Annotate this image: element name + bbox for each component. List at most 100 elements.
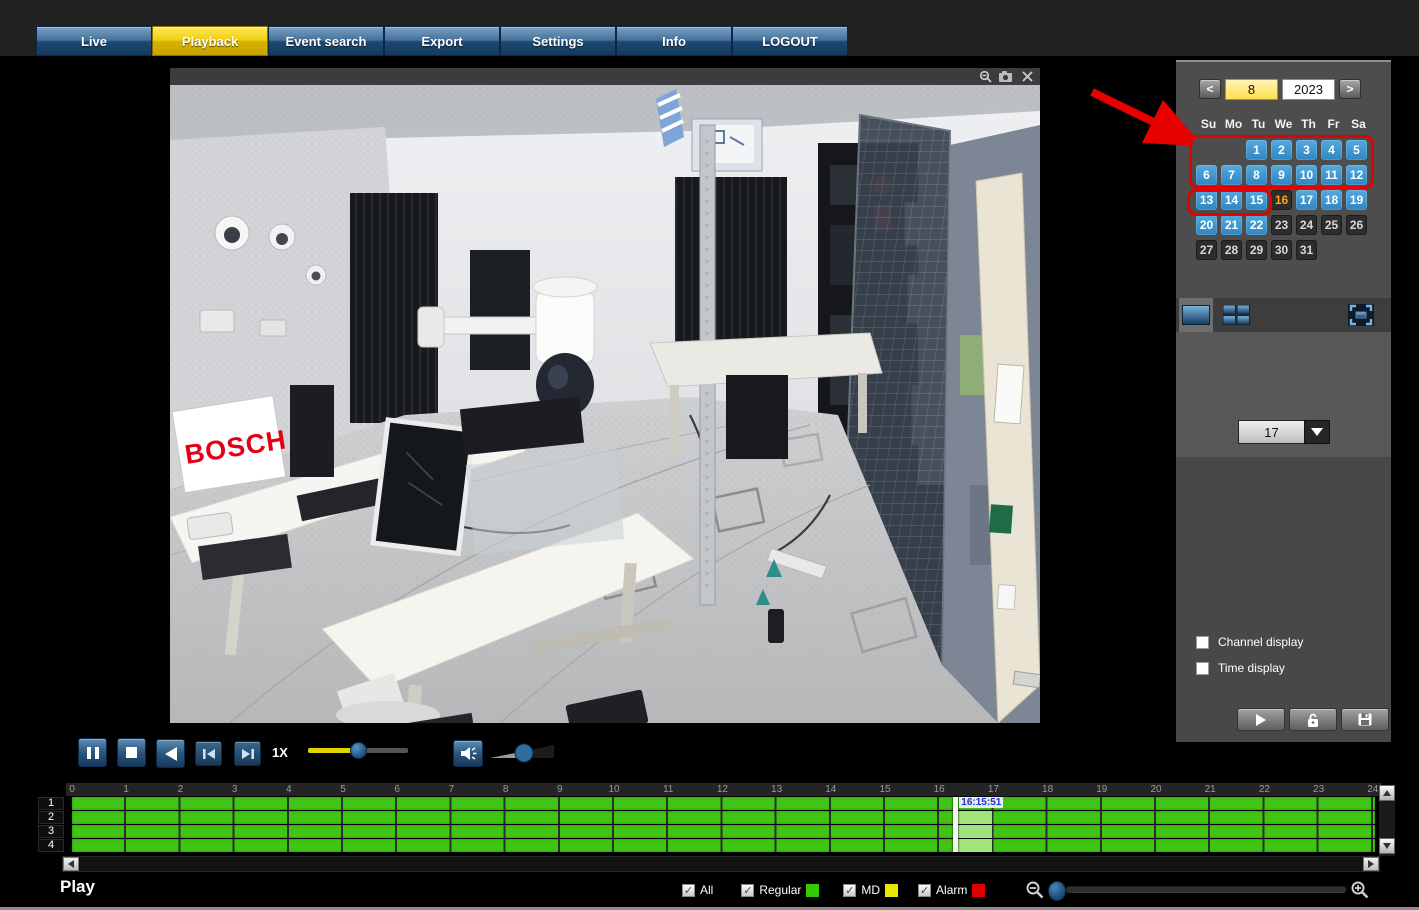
save-button[interactable] [1341,708,1389,731]
checkbox-time-display[interactable] [1196,662,1209,675]
checkbox-all[interactable]: ✓ [682,884,695,897]
calendar-day-22[interactable]: 22 [1246,215,1267,235]
timeline-playhead[interactable] [953,797,958,852]
channel-select-value[interactable]: 17 [1238,420,1304,444]
timeline-vertical-scrollbar[interactable] [1379,785,1395,856]
calendar-day-26[interactable]: 26 [1346,215,1367,235]
channel-select-panel: 17 [1176,332,1391,457]
close-icon[interactable] [1020,70,1034,83]
reverse-play-button[interactable] [156,739,185,768]
filter-all[interactable]: ✓All [682,883,713,897]
calendar-day-2[interactable]: 2 [1271,140,1292,160]
speed-slider-knob[interactable] [350,742,367,759]
calendar-day-28[interactable]: 28 [1221,240,1242,260]
calendar-day-1[interactable]: 1 [1246,140,1267,160]
checkbox-alarm[interactable]: ✓ [918,884,931,897]
stop-button[interactable] [117,738,146,767]
calendar-day-8[interactable]: 8 [1246,165,1267,185]
record-track-channel-3[interactable] [72,825,1375,838]
post-playhead-light-segment [958,825,993,838]
timeline-horizontal-scrollbar[interactable] [62,856,1380,872]
calendar-prev-button[interactable]: < [1199,79,1221,99]
sidebar-play-button[interactable] [1237,708,1285,731]
calendar-day-14[interactable]: 14 [1221,190,1242,210]
calendar-day-16[interactable]: 16 [1271,190,1292,210]
calendar-day-25[interactable]: 25 [1321,215,1342,235]
timeline-zoom-knob[interactable] [1048,881,1066,901]
filter-alarm[interactable]: ✓Alarm [918,883,985,897]
channel-select-dropdown-button[interactable] [1304,420,1330,444]
hour-label-16: 16 [934,784,945,795]
record-track-channel-4[interactable] [72,839,1375,852]
checkbox-md[interactable]: ✓ [843,884,856,897]
calendar-day-18[interactable]: 18 [1321,190,1342,210]
calendar-day-11[interactable]: 11 [1321,165,1342,185]
lock-button[interactable] [1289,708,1337,731]
scroll-left-button[interactable] [63,857,79,871]
hour-label-22: 22 [1259,784,1270,795]
digital-zoom-icon[interactable] [978,70,992,83]
calendar-next-button[interactable]: > [1339,79,1361,99]
calendar-day-23[interactable]: 23 [1271,215,1292,235]
calendar-day-5[interactable]: 5 [1346,140,1367,160]
checkbox-channel-display[interactable] [1196,636,1209,649]
calendar-day-21[interactable]: 21 [1221,215,1242,235]
calendar-day-13[interactable]: 13 [1196,190,1217,210]
timeline-zoom-slider[interactable] [1066,886,1346,892]
record-track-channel-1[interactable] [72,797,1375,810]
calendar-year-field[interactable]: 2023 [1282,79,1335,100]
scroll-right-button[interactable] [1363,857,1379,871]
record-track-channel-2[interactable] [72,811,1375,824]
calendar-day-29[interactable]: 29 [1246,240,1267,260]
calendar-day-3[interactable]: 3 [1296,140,1317,160]
speed-slider-track[interactable] [361,748,408,753]
calendar-day-27[interactable]: 27 [1196,240,1217,260]
tab-event-search[interactable]: Event search [268,26,384,56]
calendar-day-10[interactable]: 10 [1296,165,1317,185]
hour-label-23: 23 [1313,784,1324,795]
fullscreen-icon[interactable] [1348,304,1374,326]
calendar-day-12[interactable]: 12 [1346,165,1367,185]
calendar-day-19[interactable]: 19 [1346,190,1367,210]
calendar-day-20[interactable]: 20 [1196,215,1217,235]
zoom-in-icon[interactable] [1350,880,1369,899]
tab-export[interactable]: Export [384,26,500,56]
scroll-up-button[interactable] [1379,785,1395,801]
previous-frame-button[interactable] [195,741,222,766]
calendar-day-30[interactable]: 30 [1271,240,1292,260]
calendar-day-4[interactable]: 4 [1321,140,1342,160]
filter-md[interactable]: ✓MD [843,883,898,897]
zoom-out-icon[interactable] [1025,880,1044,899]
calendar-day-7[interactable]: 7 [1221,165,1242,185]
volume-knob[interactable] [515,744,533,762]
volume-slider[interactable] [490,742,560,764]
day-header-we: We [1271,117,1296,131]
tab-live[interactable]: Live [36,26,152,56]
view-layout-strip [1176,298,1391,332]
tab-settings[interactable]: Settings [500,26,616,56]
tab-logout[interactable]: LOGOUT [732,26,848,56]
calendar-day-9[interactable]: 9 [1271,165,1292,185]
calendar-day-6[interactable]: 6 [1196,165,1217,185]
tab-info[interactable]: Info [616,26,732,56]
snapshot-icon[interactable] [999,70,1013,83]
next-frame-button[interactable] [234,741,261,766]
filter-regular[interactable]: ✓Regular [741,883,819,897]
volume-mute-button[interactable] [453,740,483,767]
quad-view-icon[interactable] [1223,305,1250,325]
checkbox-regular[interactable]: ✓ [741,884,754,897]
calendar-month-field[interactable]: 8 [1225,79,1278,100]
option-channel-display[interactable]: Channel display [1196,635,1303,649]
day-header-su: Su [1196,117,1221,131]
record-type-filters: ✓All ✓Regular ✓MD ✓Alarm [682,883,985,897]
calendar-day-31[interactable]: 31 [1296,240,1317,260]
calendar-day-15[interactable]: 15 [1246,190,1267,210]
scroll-down-button[interactable] [1379,838,1395,854]
calendar-day-24[interactable]: 24 [1296,215,1317,235]
calendar-day-17[interactable]: 17 [1296,190,1317,210]
pause-button[interactable] [78,738,107,767]
option-time-display[interactable]: Time display [1196,661,1285,675]
camera-video-frame[interactable]: BOSCH [170,85,1040,723]
single-view-tab[interactable] [1179,298,1213,332]
tab-playback[interactable]: Playback [152,26,268,56]
